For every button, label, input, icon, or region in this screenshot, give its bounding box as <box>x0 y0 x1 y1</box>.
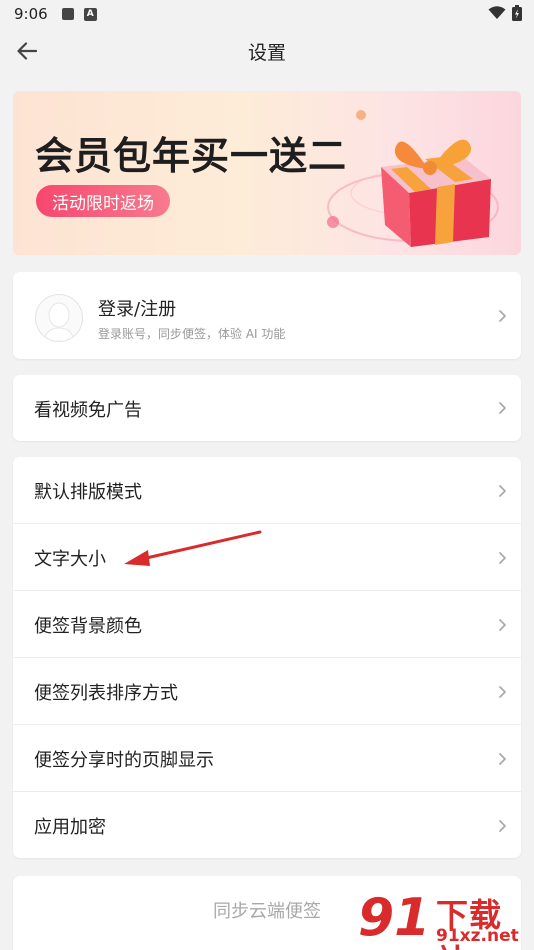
notification-a-icon: A <box>83 7 97 21</box>
site-watermark: 91 下载站 91xz.net <box>358 888 534 950</box>
avatar <box>35 294 83 342</box>
settings-item-note-background-color[interactable]: 便签背景颜色 <box>13 591 521 658</box>
chevron-right-icon <box>499 753 506 765</box>
settings-item-label: 便签分享时的页脚显示 <box>34 750 214 771</box>
banner-title: 会员包年买一送二 <box>35 134 348 178</box>
gift-box-icon <box>327 110 499 247</box>
settings-item-label: 便签列表排序方式 <box>34 683 178 704</box>
watermark-logo: 91 <box>358 888 431 948</box>
settings-item-app-lock[interactable]: 应用加密 <box>13 792 521 859</box>
chevron-right-icon <box>499 820 506 832</box>
login-subtitle: 登录账号，同步便签，体验 AI 功能 <box>98 327 286 341</box>
app-bar: 设置 <box>0 28 534 74</box>
chevron-right-icon <box>499 619 506 631</box>
settings-item-list-sort-order[interactable]: 便签列表排序方式 <box>13 658 521 725</box>
arrow-left-icon <box>17 42 37 60</box>
status-bar: 9:06 A <box>0 0 534 28</box>
login-title: 登录/注册 <box>98 299 177 320</box>
settings-item-share-footer[interactable]: 便签分享时的页脚显示 <box>13 725 521 792</box>
settings-item-font-size[interactable]: 文字大小 <box>13 524 521 591</box>
battery-charging-icon <box>512 5 522 21</box>
user-silhouette-icon <box>43 302 75 341</box>
settings-item-label: 应用加密 <box>34 817 106 838</box>
settings-item-label: 便签背景颜色 <box>34 616 142 637</box>
ad-free-label: 看视频免广告 <box>34 400 142 421</box>
chevron-right-icon <box>499 552 506 564</box>
back-button[interactable] <box>14 38 40 64</box>
notification-square-icon <box>61 8 74 20</box>
status-time: 9:06 <box>14 5 48 23</box>
settings-list: 默认排版模式 文字大小 便签背景颜色 便签列表排序方式 便签分享时的页脚显示 应… <box>13 457 521 858</box>
chevron-right-icon <box>499 310 506 322</box>
login-card[interactable]: 登录/注册 登录账号，同步便签，体验 AI 功能 <box>13 272 521 359</box>
chevron-right-icon <box>499 686 506 698</box>
chevron-right-icon <box>499 402 506 414</box>
wifi-icon <box>488 6 506 19</box>
settings-item-label: 文字大小 <box>34 549 106 570</box>
vip-promo-banner[interactable]: 会员包年买一送二 活动限时返场 <box>13 91 521 255</box>
settings-item-default-layout[interactable]: 默认排版模式 <box>13 457 521 524</box>
settings-item-label: 默认排版模式 <box>34 482 142 503</box>
annotation-arrow-icon <box>124 530 262 566</box>
watch-video-ad-free-item[interactable]: 看视频免广告 <box>13 375 521 441</box>
chevron-right-icon <box>499 485 506 497</box>
page-title: 设置 <box>247 41 286 64</box>
banner-pill: 活动限时返场 <box>36 185 170 217</box>
watermark-url: 91xz.net <box>436 926 519 946</box>
